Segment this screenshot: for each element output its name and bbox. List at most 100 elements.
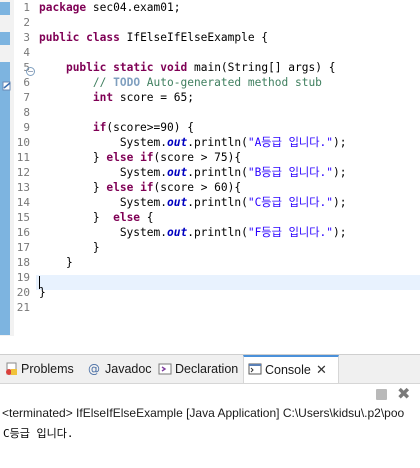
code-token: (score>=90) {: [106, 121, 194, 134]
code-line[interactable]: }: [39, 285, 46, 300]
code-line[interactable]: package sec04.exam01;: [39, 0, 180, 15]
code-token: );: [332, 226, 347, 239]
code-token: public: [65, 61, 107, 74]
code-token: (score > 75){: [153, 151, 242, 164]
code-token: .println(: [187, 136, 248, 149]
code-token: int: [92, 91, 114, 104]
code-token: }: [39, 211, 114, 224]
task-marker-icon[interactable]: [2, 81, 12, 91]
code-token: main(String[] args) {: [187, 61, 336, 74]
console-status-line: <terminated> IfElseIfElseExample [Java A…: [2, 406, 405, 420]
code-line[interactable]: } else if(score > 75){: [39, 150, 241, 165]
code-token: }: [39, 241, 100, 254]
code-line[interactable]: public class IfElseIfElseExample {: [39, 30, 268, 45]
tab-declaration[interactable]: Declaration: [154, 355, 242, 383]
line-number: 15: [16, 211, 30, 224]
tab-label: Problems: [21, 362, 74, 376]
code-token: "A등급 입니다.": [247, 136, 333, 149]
code-token: );: [332, 196, 347, 209]
line-number: 16: [16, 226, 30, 239]
line-number: 21: [16, 301, 30, 314]
line-number: 3: [23, 31, 30, 44]
code-token: out: [166, 196, 188, 209]
code-token: if: [140, 181, 154, 194]
code-token: System.: [39, 166, 167, 179]
code-token: sec04.exam01;: [86, 1, 181, 14]
line-number: 9: [23, 121, 30, 134]
code-token: System.: [39, 136, 167, 149]
console-toolbar: ✖: [0, 384, 420, 406]
line-number: 14: [16, 196, 30, 209]
code-token: .println(: [187, 226, 248, 239]
code-token: out: [166, 136, 188, 149]
remove-launches-icon[interactable]: ✖: [397, 385, 410, 403]
code-token: score = 65;: [113, 91, 194, 104]
code-line[interactable]: } else if(score > 60){: [39, 180, 241, 195]
console-output[interactable]: C등급 입니다.: [3, 425, 73, 441]
tab-problems[interactable]: Problems: [0, 355, 80, 383]
console-icon: [248, 363, 262, 375]
close-icon[interactable]: ✕: [316, 357, 327, 383]
line-number: 17: [16, 241, 30, 254]
declaration-icon: [158, 363, 172, 375]
line-number: 7: [23, 91, 30, 104]
code-token: else: [106, 181, 134, 194]
code-line[interactable]: int score = 65;: [39, 90, 194, 105]
line-number: 1: [23, 1, 30, 14]
line-number: 11: [16, 151, 30, 164]
code-token: .println(: [187, 196, 248, 209]
code-line[interactable]: System.out.println("A등급 입니다.");: [39, 135, 347, 150]
tab-label: Declaration: [175, 362, 239, 376]
code-line[interactable]: System.out.println("F등급 입니다.");: [39, 225, 347, 240]
code-token: }: [39, 256, 73, 269]
code-line[interactable]: }: [39, 240, 100, 255]
code-line[interactable]: System.out.println("C등급 입니다.");: [39, 195, 347, 210]
code-token: Auto-generated method stub: [140, 76, 322, 89]
line-number: 8: [23, 106, 30, 119]
tab-label: Console: [265, 363, 311, 377]
line-number: 19: [16, 271, 30, 284]
line-number: 2: [23, 16, 30, 29]
problems-icon: [6, 362, 17, 375]
view-tab-bar: Problems @ Javadoc Declaration Console ✕: [0, 355, 420, 384]
code-line[interactable]: } else {: [39, 210, 154, 225]
code-editor[interactable]: 1 2 3 4 5 6 7 8 9 10 11 12 13 14 15 16 17 18 19 20 21 packag…: [0, 0, 420, 336]
code-token: System.: [39, 226, 167, 239]
code-token: }: [39, 181, 107, 194]
tab-javadoc[interactable]: @ Javadoc: [84, 355, 152, 383]
code-line[interactable]: public static void main(String[] args) {: [39, 60, 335, 75]
code-token: out: [166, 226, 188, 239]
line-number: 18: [16, 256, 30, 269]
code-token: if: [140, 151, 154, 164]
terminate-icon[interactable]: [376, 389, 387, 400]
tab-label: Javadoc: [105, 362, 152, 376]
line-number: 10: [16, 136, 30, 149]
code-token: //: [92, 76, 114, 89]
code-line[interactable]: }: [39, 255, 73, 270]
code-token: else: [113, 211, 141, 224]
code-token: static: [113, 61, 154, 74]
code-token: package: [39, 1, 87, 14]
code-token: {: [140, 211, 154, 224]
collapse-icon[interactable]: −: [26, 67, 35, 76]
code-line[interactable]: // TODO Auto-generated method stub: [39, 75, 322, 90]
tab-console[interactable]: Console ✕: [243, 355, 339, 383]
line-number-gutter: 1 2 3 4 5 6 7 8 9 10 11 12 13 14 15 16 17 18 19 20 21: [14, 0, 36, 336]
code-line[interactable]: System.out.println("B등급 입니다.");: [39, 165, 347, 180]
code-line[interactable]: if(score>=90) {: [39, 120, 194, 135]
code-token: else: [106, 151, 134, 164]
code-token: .println(: [187, 166, 248, 179]
bottom-panel: Problems @ Javadoc Declaration Console ✕…: [0, 354, 420, 468]
line-number: 4: [23, 46, 30, 59]
code-token: void: [160, 61, 188, 74]
javadoc-icon: @: [88, 362, 100, 376]
code-token: );: [332, 166, 347, 179]
code-area[interactable]: package sec04.exam01; public class IfElse…: [36, 0, 420, 336]
code-token: );: [332, 136, 347, 149]
code-token: class: [86, 31, 120, 44]
code-token: (score > 60){: [153, 181, 242, 194]
